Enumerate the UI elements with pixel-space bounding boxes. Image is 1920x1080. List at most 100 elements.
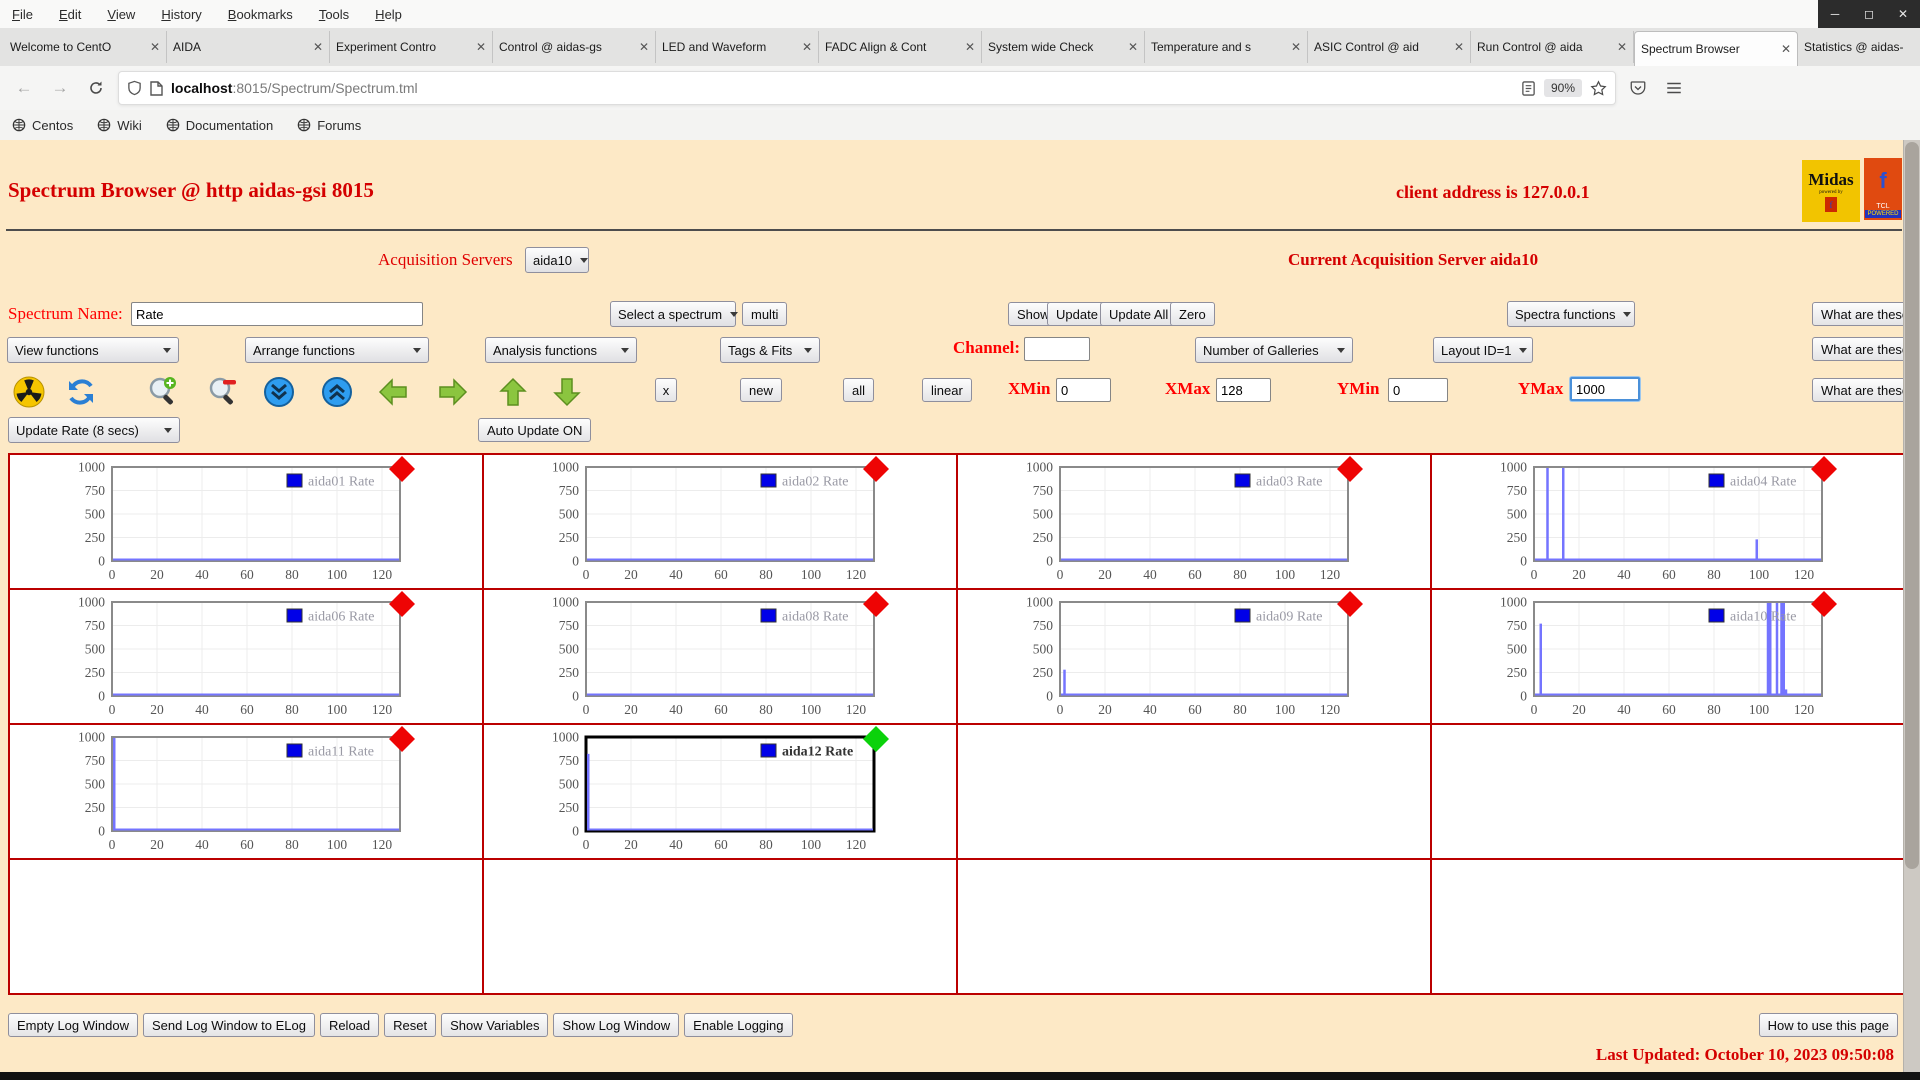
update-all-button[interactable]: Update All — [1100, 302, 1178, 326]
spectrum-name-input[interactable] — [131, 302, 423, 326]
tab-close-icon[interactable]: ✕ — [1617, 40, 1627, 54]
red-status-diamond-icon[interactable] — [389, 456, 415, 482]
red-status-diamond-icon[interactable] — [1337, 591, 1363, 617]
ymin-input[interactable] — [1388, 378, 1448, 402]
zoom-level-button[interactable]: 90% — [1543, 79, 1582, 97]
gallery-cell-aida11-rate[interactable]: 0 250 500 750 1000 0 20 40 60 80 100 120 aida11 Rate — [10, 725, 484, 860]
tcl-powered-logo[interactable]: f TCL POWERED — [1864, 158, 1902, 220]
close-window-button[interactable]: ✕ — [1886, 0, 1920, 28]
all-button[interactable]: all — [843, 378, 875, 402]
tab-aida[interactable]: AIDA ✕ — [167, 31, 330, 63]
gallery-cell-empty[interactable] — [484, 860, 958, 995]
tab-control-aidas-gs[interactable]: Control @ aidas-gs ✕ — [493, 31, 656, 63]
spectrum-chart[interactable]: 0 250 500 750 1000 0 20 40 60 80 100 120 aida02 Rate — [486, 456, 956, 589]
select-spectrum-dropdown[interactable]: Select a spectrum — [610, 301, 739, 327]
ymax-input[interactable] — [1570, 377, 1640, 401]
red-status-diamond-icon[interactable] — [863, 591, 889, 617]
arrow-right-icon[interactable] — [436, 375, 470, 409]
double-arrow-down-icon[interactable] — [262, 375, 296, 409]
forward-button[interactable]: → — [46, 74, 74, 102]
double-arrow-up-icon[interactable] — [320, 375, 354, 409]
auto-update-button[interactable]: Auto Update ON — [478, 418, 592, 442]
menu-item-help[interactable]: Help — [375, 7, 402, 22]
update-button[interactable]: Update — [1047, 302, 1107, 326]
arrange-functions-dropdown[interactable]: Arrange functions — [245, 337, 429, 363]
gallery-cell-empty[interactable] — [1432, 860, 1906, 995]
tab-close-icon[interactable]: ✕ — [313, 40, 323, 54]
view-functions-dropdown[interactable]: View functions — [7, 337, 179, 363]
menu-item-view[interactable]: View — [107, 7, 135, 22]
gallery-cell-aida03-rate[interactable]: 0 250 500 750 1000 0 20 40 60 80 100 120 aida03 Rate — [958, 455, 1432, 590]
menu-item-edit[interactable]: Edit — [59, 7, 81, 22]
reload-button[interactable]: Reload — [319, 1013, 380, 1037]
spectrum-chart[interactable]: 0 250 500 750 1000 0 20 40 60 80 100 120 aida01 Rate — [12, 456, 482, 589]
acquisition-server-dropdown[interactable]: aida10 — [525, 247, 589, 273]
layout-id-dropdown[interactable]: Layout ID=1 — [1433, 337, 1533, 363]
bookmark-centos[interactable]: Centos — [12, 118, 73, 133]
gallery-cell-empty[interactable] — [958, 860, 1432, 995]
gallery-cell-aida12-rate[interactable]: 0 250 500 750 1000 0 20 40 60 80 100 120 aida12 Rate — [484, 725, 958, 860]
spectrum-chart[interactable]: 0 250 500 750 1000 0 20 40 60 80 100 120 aida08 Rate — [486, 591, 956, 724]
new-button[interactable]: new — [740, 378, 782, 402]
zoom-out-icon[interactable] — [206, 375, 240, 409]
tab-led-and-waveform[interactable]: LED and Waveform ✕ — [656, 31, 819, 63]
empty-log-window-button[interactable]: Empty Log Window — [8, 1013, 138, 1037]
red-status-diamond-icon[interactable] — [1811, 456, 1837, 482]
back-button[interactable]: ← — [10, 74, 38, 102]
arrow-down-icon[interactable] — [550, 375, 584, 409]
send-log-window-to-elog-button[interactable]: Send Log Window to ELog — [143, 1013, 315, 1037]
menu-item-file[interactable]: File — [12, 7, 33, 22]
spectrum-chart[interactable]: 0 250 500 750 1000 0 20 40 60 80 100 120 aida03 Rate — [960, 456, 1430, 589]
tags-fits-dropdown[interactable]: Tags & Fits — [720, 337, 820, 363]
gallery-cell-aida08-rate[interactable]: 0 250 500 750 1000 0 20 40 60 80 100 120 aida08 Rate — [484, 590, 958, 725]
gallery-cell-empty[interactable] — [10, 860, 484, 995]
tab-statistics-aidas[interactable]: Statistics @ aidas-✕ — [1798, 31, 1920, 63]
tab-fadc-align-cont[interactable]: FADC Align & Cont ✕ — [819, 31, 982, 63]
gallery-cell-empty[interactable] — [958, 725, 1432, 860]
bookmark-wiki[interactable]: Wiki — [97, 118, 142, 133]
minimize-window-button[interactable]: ─ — [1818, 0, 1852, 28]
zoom-in-icon[interactable] — [146, 375, 180, 409]
tab-experiment-contro[interactable]: Experiment Contro ✕ — [330, 31, 493, 63]
tab-spectrum-browser[interactable]: Spectrum Browser ✕ — [1634, 31, 1798, 66]
url-bar[interactable]: localhost:8015/Spectrum/Spectrum.tml 90% — [118, 71, 1616, 105]
red-status-diamond-icon[interactable] — [863, 456, 889, 482]
hamburger-menu-icon[interactable] — [1660, 74, 1688, 102]
spectrum-chart[interactable]: 0 250 500 750 1000 0 20 40 60 80 100 120 aida12 Rate — [486, 726, 956, 859]
refresh-icon[interactable] — [64, 375, 98, 409]
bookmark-documentation[interactable]: Documentation — [166, 118, 273, 133]
gallery-cell-aida04-rate[interactable]: 0 250 500 750 1000 0 20 40 60 80 100 120 aida04 Rate — [1432, 455, 1906, 590]
tab-close-icon[interactable]: ✕ — [1454, 40, 1464, 54]
reader-mode-icon[interactable] — [1521, 80, 1536, 96]
green-status-diamond-icon[interactable] — [863, 726, 889, 752]
menu-item-tools[interactable]: Tools — [319, 7, 349, 22]
tab-temperature-and-s[interactable]: Temperature and s ✕ — [1145, 31, 1308, 63]
how-to-use-button[interactable]: How to use this page — [1758, 1013, 1898, 1037]
reset-button[interactable]: Reset — [384, 1013, 437, 1037]
number-of-galleries-dropdown[interactable]: Number of Galleries — [1195, 337, 1353, 363]
spectrum-chart[interactable]: 0 250 500 750 1000 0 20 40 60 80 100 120 aida11 Rate — [12, 726, 482, 859]
show-log-window-button[interactable]: Show Log Window — [553, 1013, 680, 1037]
tab-close-icon[interactable]: ✕ — [802, 40, 812, 54]
page-scrollbar[interactable] — [1903, 140, 1920, 1072]
menu-item-history[interactable]: History — [161, 7, 201, 22]
arrow-left-icon[interactable] — [376, 375, 410, 409]
gallery-cell-aida09-rate[interactable]: 0 250 500 750 1000 0 20 40 60 80 100 120 aida09 Rate — [958, 590, 1432, 725]
tab-close-icon[interactable]: ✕ — [1781, 42, 1791, 56]
enable-logging-button[interactable]: Enable Logging — [684, 1013, 793, 1037]
bookmark-forums[interactable]: Forums — [297, 118, 361, 133]
tab-close-icon[interactable]: ✕ — [150, 40, 160, 54]
spectrum-chart[interactable]: 0 250 500 750 1000 0 20 40 60 80 100 120 aida06 Rate — [12, 591, 482, 724]
tab-welcome-to-cento[interactable]: Welcome to CentO ✕ — [4, 31, 167, 63]
gallery-cell-aida06-rate[interactable]: 0 250 500 750 1000 0 20 40 60 80 100 120 aida06 Rate — [10, 590, 484, 725]
tab-asic-control-aid[interactable]: ASIC Control @ aid ✕ — [1308, 31, 1471, 63]
gallery-cell-aida01-rate[interactable]: 0 250 500 750 1000 0 20 40 60 80 100 120 aida01 Rate — [10, 455, 484, 590]
red-status-diamond-icon[interactable] — [389, 726, 415, 752]
x-axis-button[interactable]: x — [655, 378, 677, 402]
spectrum-chart[interactable]: 0 250 500 750 1000 0 20 40 60 80 100 120 aida10 Rate — [1434, 591, 1904, 724]
analysis-functions-dropdown[interactable]: Analysis functions — [485, 337, 637, 363]
url-text[interactable]: localhost:8015/Spectrum/Spectrum.tml — [171, 80, 1513, 96]
tab-close-icon[interactable]: ✕ — [1128, 40, 1138, 54]
gallery-cell-aida02-rate[interactable]: 0 250 500 750 1000 0 20 40 60 80 100 120 aida02 Rate — [484, 455, 958, 590]
multi-button[interactable]: multi — [742, 302, 788, 326]
